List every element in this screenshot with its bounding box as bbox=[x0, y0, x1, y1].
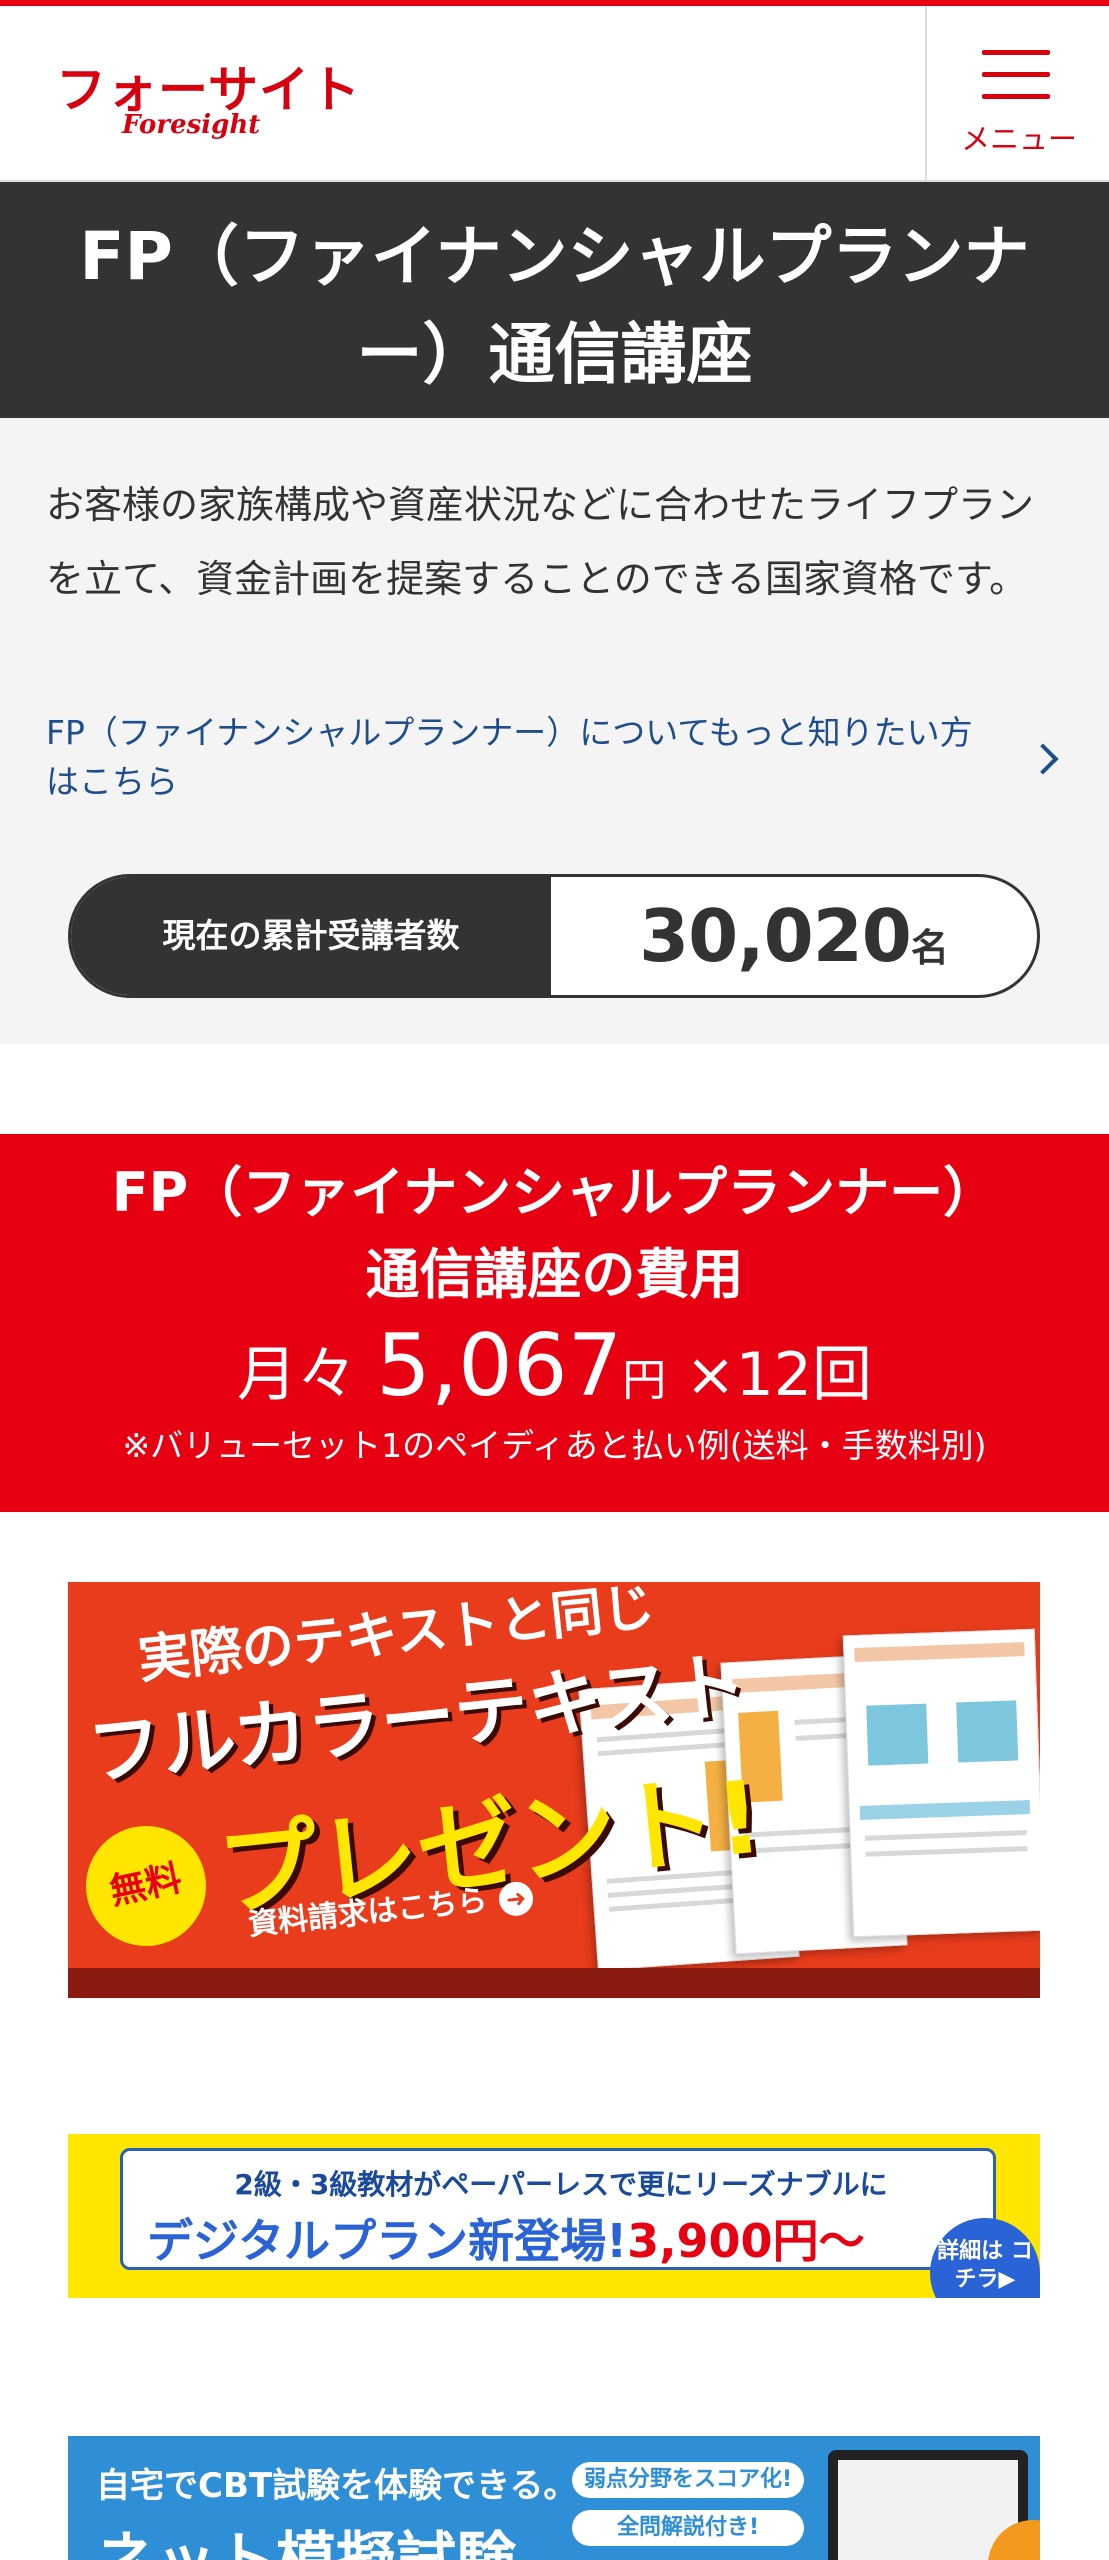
text-sample-page-3 bbox=[842, 1628, 1040, 1938]
monthly-price: 月々 5,067円 ×12回 bbox=[0, 1316, 1109, 1431]
foresight-logo[interactable]: フォーサイト Foresight bbox=[56, 50, 360, 150]
price-section: FP（ファイナンシャルプランナー） 通信講座の費用 月々 5,067円 ×12回… bbox=[0, 1134, 1109, 1512]
price-times: ×12回 bbox=[685, 1340, 872, 1410]
counter-label: 現在の累計受講者数 bbox=[71, 877, 551, 995]
chevron-right-icon bbox=[1027, 743, 1059, 775]
student-counter: 現在の累計受講者数 30,020名 bbox=[68, 874, 1040, 998]
digital-plan-heading: デジタルプラン新登場!3,900円〜 bbox=[147, 2205, 865, 2271]
price-currency: 円 bbox=[622, 1355, 667, 1406]
logo-english: Foresight bbox=[122, 110, 261, 140]
mock-exam-heading: ネット模擬試験 bbox=[96, 2512, 516, 2560]
learn-more-link[interactable]: FP（ファイナンシャルプランナー）についてもっと知りたい方はこちら bbox=[46, 708, 1066, 818]
digital-plan-subheading: 2級・3級教材がペーパーレスで更にリーズナブルに bbox=[234, 2168, 888, 2201]
digital-plan-banner[interactable]: 2級・3級教材がペーパーレスで更にリーズナブルに デジタルプラン新登場!3,90… bbox=[68, 2134, 1040, 2298]
banner-stripe bbox=[68, 1968, 1040, 1998]
counter-unit: 名 bbox=[910, 926, 949, 970]
mock-exam-subheading: 自宅でCBT試験を体験できる。 bbox=[96, 2466, 578, 2506]
learn-more-text: FP（ファイナンシャルプランナー）についてもっと知りたい方はこちら bbox=[46, 713, 973, 801]
feature-pill-score: 弱点分野をスコア化! bbox=[572, 2462, 804, 2498]
price-heading: FP（ファイナンシャルプランナー） 通信講座の費用 bbox=[0, 1152, 1109, 1316]
counter-value: 30,020名 bbox=[551, 877, 1037, 995]
price-heading-line1: FP（ファイナンシャルプランナー） bbox=[111, 1161, 998, 1224]
price-prefix: 月々 bbox=[237, 1340, 357, 1410]
price-heading-line2: 通信講座の費用 bbox=[365, 1243, 744, 1306]
digital-plan-title: デジタルプラン新登場! bbox=[147, 2214, 628, 2268]
menu-label: メニュー bbox=[960, 122, 1077, 156]
digital-plan-price: 3,900円〜 bbox=[627, 2214, 865, 2268]
hamburger-icon bbox=[982, 50, 1050, 100]
arrow-right-icon: ➜ bbox=[497, 1879, 535, 1918]
free-badge: 無料 bbox=[74, 1814, 218, 1958]
intro-section: お客様の家族構成や資産状況などに合わせたライフプランを立て、資金計画を提案するこ… bbox=[0, 418, 1109, 1044]
course-description: お客様の家族構成や資産状況などに合わせたライフプランを立て、資金計画を提案するこ… bbox=[46, 483, 1035, 601]
site-header: フォーサイト Foresight メニュー bbox=[0, 6, 1109, 182]
feature-pill-explanations: 全問解説付き! bbox=[572, 2510, 804, 2546]
digital-plan-box: 2級・3級教材がペーパーレスで更にリーズナブルに デジタルプラン新登場!3,90… bbox=[120, 2148, 996, 2270]
menu-button[interactable]: メニュー bbox=[925, 6, 1109, 180]
price-amount: 5,067 bbox=[376, 1316, 623, 1416]
mock-exam-banner[interactable]: 自宅でCBT試験を体験できる。 ネット模擬試験 弱点分野をスコア化! 全問解説付… bbox=[68, 2436, 1040, 2560]
price-note: ※バリューセット1のペイディあと払い例(送料・手数料別) bbox=[122, 1426, 987, 1465]
page-title: FP（ファイナンシャルプランナー）通信講座 bbox=[0, 182, 1109, 418]
free-text-banner[interactable]: 実際のテキストと同じ フルカラーテキスト プレゼント! 無料 資料請求はこちら ➜ bbox=[68, 1582, 1040, 1998]
counter-number: 30,020 bbox=[639, 894, 912, 978]
